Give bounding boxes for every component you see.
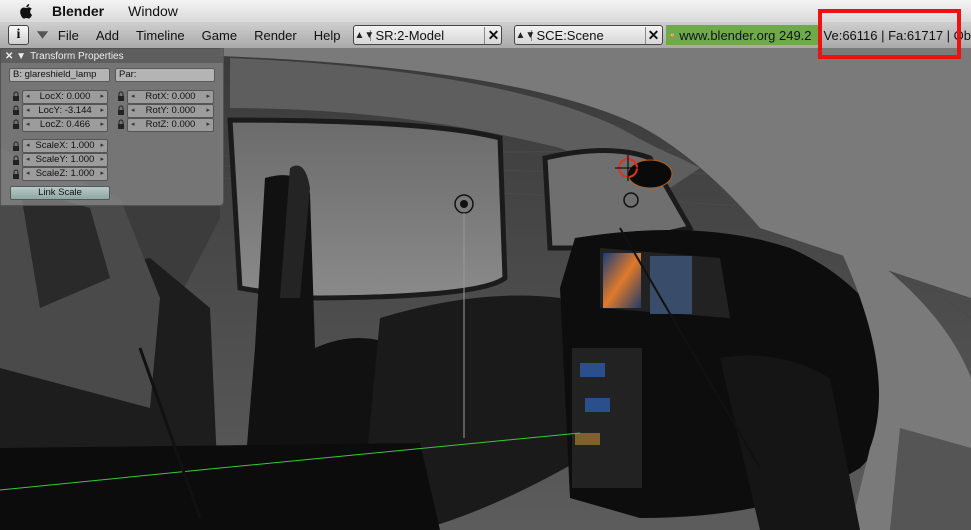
- scale-z-field[interactable]: ◂ ScaleZ: 1.000 ▸: [22, 167, 108, 181]
- menu-help[interactable]: Help: [314, 28, 341, 43]
- transform-properties-panel[interactable]: ✕ ▼ Transform Properties B: glareshield_…: [0, 48, 224, 206]
- blender-logo-icon: [669, 32, 674, 38]
- rot-y-value: RotY: 0.000: [145, 105, 196, 116]
- link-scale-button[interactable]: Link Scale: [10, 186, 110, 200]
- menu-app-blender[interactable]: Blender: [52, 3, 104, 19]
- menu-game[interactable]: Game: [202, 28, 237, 43]
- scene-browse-arrows-icon[interactable]: ▲▼: [515, 29, 535, 41]
- loc-y-value: LocY: -3.144: [38, 105, 92, 116]
- scale-x-value: ScaleX: 1.000: [35, 140, 95, 151]
- pfd-screen: [603, 253, 641, 308]
- collapse-menu-icon[interactable]: [35, 28, 50, 42]
- info-window-type-button[interactable]: i: [8, 25, 29, 45]
- loc-x-field[interactable]: ◂ LocX: 0.000 ▸: [22, 90, 108, 104]
- scale-y-value: ScaleY: 1.000: [35, 154, 95, 165]
- lock-icon[interactable]: [117, 119, 125, 130]
- scene-browser[interactable]: ▲▼ SCE:Scene ✕: [514, 25, 663, 45]
- rot-x-field[interactable]: ◂ RotX: 0.000 ▸: [127, 90, 214, 104]
- menu-window[interactable]: Window: [128, 3, 178, 19]
- lock-icon[interactable]: [12, 105, 20, 116]
- close-icon[interactable]: ✕ ▼: [5, 51, 26, 62]
- scale-y-field[interactable]: ◂ ScaleY: 1.000 ▸: [22, 153, 108, 167]
- lock-icon[interactable]: [117, 105, 125, 116]
- rot-y-field[interactable]: ◂ RotY: 0.000 ▸: [127, 104, 214, 118]
- rot-z-value: RotZ: 0.000: [145, 119, 196, 130]
- loc-z-value: LocZ: 0.466: [39, 119, 91, 130]
- rot-z-field[interactable]: ◂ RotZ: 0.000 ▸: [127, 118, 214, 132]
- lock-icon[interactable]: [12, 155, 20, 166]
- menu-render[interactable]: Render: [254, 28, 297, 43]
- version-info: www.blender.org 249.2: [665, 25, 818, 45]
- loc-x-value: LocX: 0.000: [39, 91, 91, 102]
- panel-header[interactable]: ✕ ▼ Transform Properties: [1, 49, 223, 63]
- menu-timeline[interactable]: Timeline: [136, 28, 185, 43]
- scene-delete-icon[interactable]: ✕: [644, 26, 662, 44]
- menu-file[interactable]: File: [58, 28, 79, 43]
- lock-icon[interactable]: [117, 91, 125, 102]
- scale-z-value: ScaleZ: 1.000: [35, 168, 95, 179]
- screen-browse-arrows-icon[interactable]: ▲▼: [354, 29, 374, 41]
- info-icon: i: [16, 27, 21, 42]
- loc-z-field[interactable]: ◂ LocZ: 0.466 ▸: [22, 118, 108, 132]
- loc-y-field[interactable]: ◂ LocY: -3.144 ▸: [22, 104, 108, 118]
- menu-add[interactable]: Add: [96, 28, 119, 43]
- scale-x-field[interactable]: ◂ ScaleX: 1.000 ▸: [22, 139, 108, 153]
- lock-icon[interactable]: [12, 91, 20, 102]
- lock-icon[interactable]: [12, 141, 20, 152]
- stats-highlight-box: [818, 9, 961, 59]
- mfd-screen: [650, 256, 692, 314]
- blender-url: www.blender.org 249.2: [679, 27, 812, 43]
- object-name-field[interactable]: B: glareshield_lamp: [9, 68, 110, 82]
- panel-title: Transform Properties: [30, 50, 124, 62]
- lock-icon[interactable]: [12, 169, 20, 180]
- rot-x-value: RotX: 0.000: [145, 91, 196, 102]
- screen-name[interactable]: SR:2-Model: [371, 28, 484, 43]
- scene-name[interactable]: SCE:Scene: [532, 28, 644, 43]
- parent-field[interactable]: Par:: [115, 68, 215, 82]
- screen-delete-icon[interactable]: ✕: [484, 26, 501, 44]
- lock-icon[interactable]: [12, 119, 20, 130]
- screen-browser[interactable]: ▲▼ SR:2-Model ✕: [353, 25, 503, 45]
- apple-icon[interactable]: [18, 2, 36, 20]
